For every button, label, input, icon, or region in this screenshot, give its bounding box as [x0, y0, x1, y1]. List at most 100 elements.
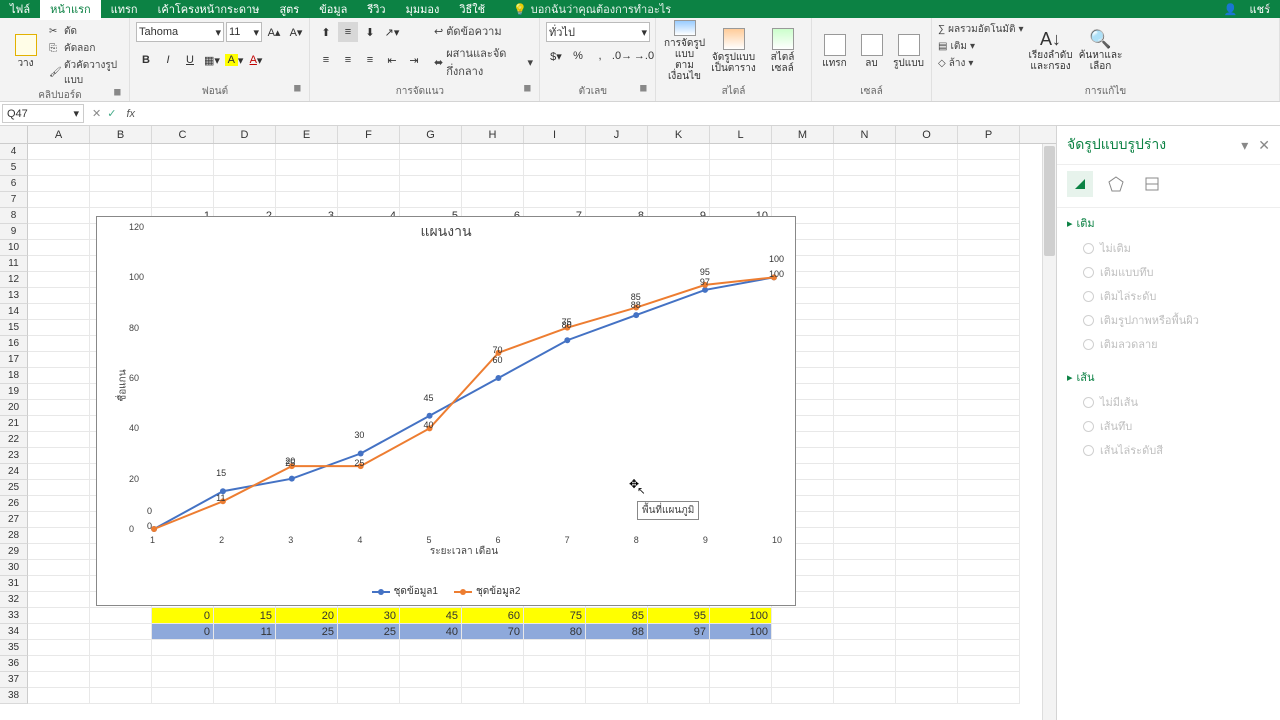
cell-D5[interactable]: [214, 160, 276, 176]
format-cells-button[interactable]: รูปแบบ: [892, 20, 925, 82]
row-header-19[interactable]: 19: [0, 384, 28, 400]
alignment-launcher[interactable]: ⯀: [524, 84, 531, 95]
cell-K5[interactable]: [648, 160, 710, 176]
font-color-button[interactable]: A▾: [246, 50, 266, 70]
cell-N25[interactable]: [834, 480, 896, 496]
row-header-23[interactable]: 23: [0, 448, 28, 464]
cell-A30[interactable]: [28, 560, 90, 576]
cell-K34[interactable]: 97: [648, 624, 710, 640]
effects-tab[interactable]: [1103, 171, 1129, 197]
col-header-A[interactable]: A: [28, 126, 90, 143]
cell-I7[interactable]: [524, 192, 586, 208]
cell-B38[interactable]: [90, 688, 152, 704]
col-header-F[interactable]: F: [338, 126, 400, 143]
cell-A31[interactable]: [28, 576, 90, 592]
row-header-22[interactable]: 22: [0, 432, 28, 448]
cell-N16[interactable]: [834, 336, 896, 352]
cell-K7[interactable]: [648, 192, 710, 208]
border-button[interactable]: ▦▾: [202, 50, 222, 70]
shrink-font-button[interactable]: A▾: [286, 22, 306, 42]
col-header-P[interactable]: P: [958, 126, 1020, 143]
line-option-0[interactable]: ไม่มีเส้น: [1067, 390, 1270, 414]
cell-N18[interactable]: [834, 368, 896, 384]
row-header-16[interactable]: 16: [0, 336, 28, 352]
increase-indent-button[interactable]: ⇥: [404, 50, 424, 70]
cell-E33[interactable]: 20: [276, 608, 338, 624]
cell-A38[interactable]: [28, 688, 90, 704]
cell-O16[interactable]: [896, 336, 958, 352]
cell-E6[interactable]: [276, 176, 338, 192]
cell-A8[interactable]: [28, 208, 90, 224]
font-size-select[interactable]: 11▾: [226, 22, 262, 42]
cell-H37[interactable]: [462, 672, 524, 688]
cell-P24[interactable]: [958, 464, 1020, 480]
cell-L5[interactable]: [710, 160, 772, 176]
cell-styles-button[interactable]: สไตล์ เซลล์: [760, 20, 805, 82]
cell-A22[interactable]: [28, 432, 90, 448]
row-header-5[interactable]: 5: [0, 160, 28, 176]
cell-D36[interactable]: [214, 656, 276, 672]
cell-O21[interactable]: [896, 416, 958, 432]
cell-B35[interactable]: [90, 640, 152, 656]
cell-M38[interactable]: [772, 688, 834, 704]
line-option-1[interactable]: เส้นทึบ: [1067, 414, 1270, 438]
cell-P38[interactable]: [958, 688, 1020, 704]
cell-O19[interactable]: [896, 384, 958, 400]
col-header-G[interactable]: G: [400, 126, 462, 143]
cell-N24[interactable]: [834, 464, 896, 480]
cell-O14[interactable]: [896, 304, 958, 320]
cell-B4[interactable]: [90, 144, 152, 160]
cell-I6[interactable]: [524, 176, 586, 192]
cell-L37[interactable]: [710, 672, 772, 688]
cell-A16[interactable]: [28, 336, 90, 352]
cell-M34[interactable]: [772, 624, 834, 640]
cell-N5[interactable]: [834, 160, 896, 176]
col-header-N[interactable]: N: [834, 126, 896, 143]
cell-O5[interactable]: [896, 160, 958, 176]
cell-L34[interactable]: 100: [710, 624, 772, 640]
cell-P34[interactable]: [958, 624, 1020, 640]
cell-A13[interactable]: [28, 288, 90, 304]
cell-L36[interactable]: [710, 656, 772, 672]
cell-O35[interactable]: [896, 640, 958, 656]
cell-L33[interactable]: 100: [710, 608, 772, 624]
cell-G5[interactable]: [400, 160, 462, 176]
cell-A12[interactable]: [28, 272, 90, 288]
cell-O32[interactable]: [896, 592, 958, 608]
cell-P37[interactable]: [958, 672, 1020, 688]
cell-E35[interactable]: [276, 640, 338, 656]
cell-G34[interactable]: 40: [400, 624, 462, 640]
align-right-button[interactable]: ≡: [360, 50, 380, 70]
cell-I5[interactable]: [524, 160, 586, 176]
chart-legend[interactable]: ชุดข้อมูล1ชุดข้อมูล2: [97, 584, 795, 599]
fill-option-3[interactable]: เติมรูปภาพหรือพื้นผิว: [1067, 308, 1270, 332]
cell-P35[interactable]: [958, 640, 1020, 656]
cell-E4[interactable]: [276, 144, 338, 160]
row-header-12[interactable]: 12: [0, 272, 28, 288]
percent-button[interactable]: %: [568, 46, 588, 66]
increase-decimal-button[interactable]: .0→: [612, 46, 632, 66]
row-header-32[interactable]: 32: [0, 592, 28, 608]
legend-item[interactable]: ชุดข้อมูล2: [454, 584, 520, 599]
cell-A25[interactable]: [28, 480, 90, 496]
cell-P11[interactable]: [958, 256, 1020, 272]
merge-center-button[interactable]: ⬌ผสานและจัดกึ่งกลาง ▾: [434, 44, 533, 80]
row-header-9[interactable]: 9: [0, 224, 28, 240]
cell-M36[interactable]: [772, 656, 834, 672]
insert-cells-button[interactable]: แทรก: [818, 20, 851, 82]
cell-I4[interactable]: [524, 144, 586, 160]
grow-font-button[interactable]: A▴: [264, 22, 284, 42]
cell-O37[interactable]: [896, 672, 958, 688]
format-painter-button[interactable]: 🖌ตัวคัดวางรูปแบบ: [49, 58, 123, 88]
cell-P19[interactable]: [958, 384, 1020, 400]
collapse-ribbon-button[interactable]: ⌃: [1263, 4, 1272, 17]
cell-N8[interactable]: [834, 208, 896, 224]
worksheet[interactable]: ABCDEFGHIJKLMNOP 45678123456789109110211…: [0, 126, 1056, 720]
cell-G37[interactable]: [400, 672, 462, 688]
align-middle-button[interactable]: ≡: [338, 22, 358, 42]
cell-I38[interactable]: [524, 688, 586, 704]
cell-L4[interactable]: [710, 144, 772, 160]
cell-C5[interactable]: [152, 160, 214, 176]
fill-section-header[interactable]: ▸เติม: [1067, 214, 1270, 232]
tell-me[interactable]: 💡 บอกฉันว่าคุณต้องการทำอะไร: [513, 0, 671, 18]
